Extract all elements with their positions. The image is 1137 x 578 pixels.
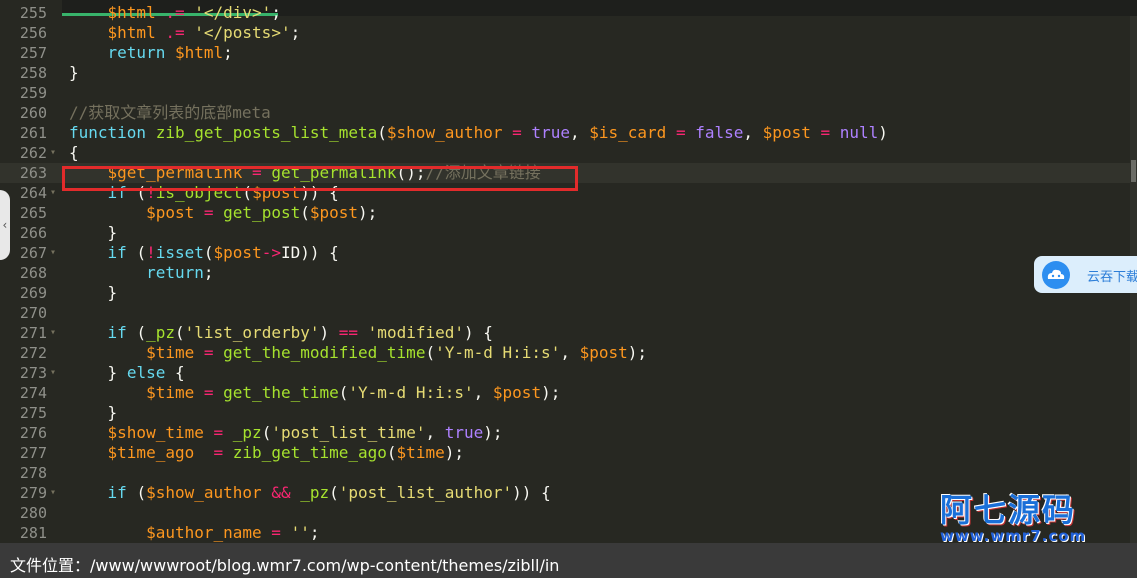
code-text: $html .= '</posts>'; bbox=[107, 23, 301, 42]
code-line[interactable]: 270 bbox=[0, 303, 1130, 323]
line-number: 272 bbox=[19, 344, 47, 362]
code-text: $show_time = _pz('post_list_time', true)… bbox=[107, 423, 503, 442]
code-text: $author_name = ''; bbox=[146, 523, 320, 542]
line-number: 277 bbox=[19, 444, 47, 462]
fold-toggle-icon[interactable]: ▾ bbox=[50, 483, 56, 503]
line-number: 258 bbox=[19, 64, 47, 82]
collapse-panel-button[interactable]: ‹ bbox=[0, 190, 10, 260]
line-number: 280 bbox=[19, 504, 47, 522]
fold-toggle-icon[interactable]: ▾ bbox=[50, 143, 56, 163]
code-text: } bbox=[107, 223, 118, 242]
code-text: } else { bbox=[107, 363, 185, 382]
fold-toggle-icon[interactable]: ▾ bbox=[50, 363, 56, 383]
code-line[interactable]: 269 } bbox=[0, 283, 1130, 303]
line-number: 274 bbox=[19, 384, 47, 402]
scrollbar-thumb[interactable] bbox=[1131, 160, 1136, 182]
code-text: function zib_get_posts_list_meta($show_a… bbox=[69, 123, 888, 142]
line-number: 271 bbox=[19, 324, 47, 342]
line-number: 279 bbox=[19, 484, 47, 502]
line-number: 255 bbox=[19, 4, 47, 22]
code-text: //获取文章列表的底部meta bbox=[69, 103, 271, 122]
code-line[interactable]: 268 return; bbox=[0, 263, 1130, 283]
code-line[interactable]: 267 ▾ if (!isset($post->ID)) { bbox=[0, 243, 1130, 263]
code-text: { bbox=[69, 143, 79, 162]
fold-toggle-icon[interactable]: ▾ bbox=[50, 243, 56, 263]
code-text: $html .= '</div>'; bbox=[107, 3, 281, 22]
code-line[interactable]: 255 $html .= '</div>'; bbox=[0, 3, 1130, 23]
code-line[interactable]: 277 $time_ago = zib_get_time_ago($time); bbox=[0, 443, 1130, 463]
watermark-url: www.wmr7.com bbox=[940, 527, 1087, 545]
code-text: } bbox=[107, 403, 118, 422]
code-line[interactable]: 258} bbox=[0, 63, 1130, 83]
line-number: 261 bbox=[19, 124, 47, 142]
line-number: 268 bbox=[19, 264, 47, 282]
line-number: 270 bbox=[19, 304, 47, 322]
code-text: return; bbox=[146, 263, 214, 282]
cloud-icon bbox=[1042, 261, 1070, 289]
code-text: $time = get_the_time('Y-m-d H:i:s', $pos… bbox=[146, 383, 561, 402]
line-number: 256 bbox=[19, 24, 47, 42]
line-number: 275 bbox=[19, 404, 47, 422]
highlight-box bbox=[62, 166, 578, 191]
file-path-label: 文件位置：/www/wwwroot/blog.wmr7.com/wp-conte… bbox=[10, 556, 560, 575]
status-bar: 文件位置：/www/wwwroot/blog.wmr7.com/wp-conte… bbox=[0, 543, 1137, 578]
line-number: 278 bbox=[19, 464, 47, 482]
line-number: 273 bbox=[19, 364, 47, 382]
fold-toggle-icon[interactable]: ▾ bbox=[50, 183, 56, 203]
code-text: $time_ago = zib_get_time_ago($time); bbox=[107, 443, 464, 462]
cloud-widget-label: 云吞下载 bbox=[1087, 270, 1137, 285]
line-number: 263 bbox=[19, 164, 47, 182]
code-line[interactable]: 274 $time = get_the_time('Y-m-d H:i:s', … bbox=[0, 383, 1130, 403]
line-number: 257 bbox=[19, 44, 47, 62]
code-line[interactable]: 271 ▾ if (_pz('list_orderby') == 'modifie… bbox=[0, 323, 1130, 343]
code-line[interactable]: 272 $time = get_the_modified_time('Y-m-d… bbox=[0, 343, 1130, 363]
code-line[interactable]: 276 $show_time = _pz('post_list_time', t… bbox=[0, 423, 1130, 443]
code-text: $time = get_the_modified_time('Y-m-d H:i… bbox=[146, 343, 648, 362]
code-line[interactable]: 257 return $html; bbox=[0, 43, 1130, 63]
line-number: 262 bbox=[19, 144, 47, 162]
line-number: 259 bbox=[19, 84, 47, 102]
watermark-logo: 阿七源码 www.wmr7.com bbox=[940, 492, 1110, 548]
cloud-download-widget[interactable]: 云吞下载 bbox=[1034, 256, 1137, 293]
code-line[interactable]: 265 $post = get_post($post); bbox=[0, 203, 1130, 223]
code-line[interactable]: 261 function zib_get_posts_list_meta($sho… bbox=[0, 123, 1130, 143]
fold-toggle-icon[interactable]: ▾ bbox=[50, 323, 56, 343]
code-line[interactable]: 260 //获取文章列表的底部meta bbox=[0, 103, 1130, 123]
code-text: $post = get_post($post); bbox=[146, 203, 378, 222]
code-text: } bbox=[107, 283, 118, 302]
code-text: } bbox=[69, 63, 79, 82]
line-number: 276 bbox=[19, 424, 47, 442]
code-line[interactable]: 262 ▾ { bbox=[0, 143, 1130, 163]
code-line[interactable]: 278 bbox=[0, 463, 1130, 483]
line-number: 260 bbox=[19, 104, 47, 122]
code-text: if (_pz('list_orderby') == 'modified') { bbox=[107, 323, 493, 342]
code-text: return $html; bbox=[107, 43, 233, 62]
code-line[interactable]: 259 bbox=[0, 83, 1130, 103]
code-line[interactable]: 273 ▾ } else { bbox=[0, 363, 1130, 383]
code-text: if ($show_author && _pz('post_list_autho… bbox=[107, 483, 551, 502]
code-line[interactable]: 275 } bbox=[0, 403, 1130, 423]
watermark-title: 阿七源码 bbox=[940, 491, 1077, 529]
code-line[interactable]: 256 $html .= '</posts>'; bbox=[0, 23, 1130, 43]
code-text: if (!isset($post->ID)) { bbox=[107, 243, 339, 262]
line-number: 281 bbox=[19, 524, 47, 542]
code-line[interactable]: 266 } bbox=[0, 223, 1130, 243]
line-number: 269 bbox=[19, 284, 47, 302]
chevron-left-icon: ‹ bbox=[1, 218, 9, 232]
